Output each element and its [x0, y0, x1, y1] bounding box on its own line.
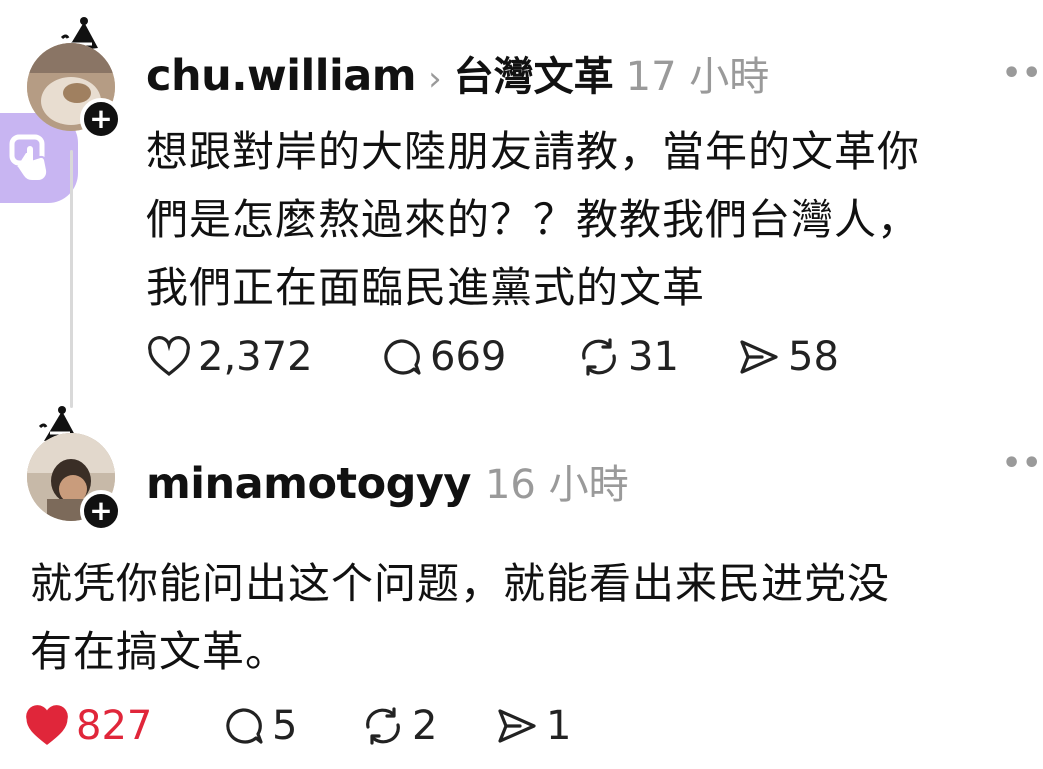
timestamp: 17 小時	[625, 54, 770, 100]
repost-icon	[576, 336, 622, 378]
post-actions: 827 5 2 1	[24, 703, 824, 753]
repost-count: 2	[412, 703, 438, 749]
plus-icon: +	[89, 494, 113, 527]
post-text-line: 想跟對岸的大陸朋友請教，當年的文革你	[146, 127, 921, 176]
chevron-right-icon: ›	[428, 59, 442, 99]
comment-button[interactable]: 5	[220, 703, 297, 749]
username[interactable]: minamotogyy	[146, 459, 471, 509]
post-text-line: 們是怎麼熬過來的？？教教我們台灣人，	[146, 195, 921, 244]
follow-button[interactable]: +	[80, 490, 122, 532]
like-button[interactable]: 827	[24, 703, 152, 749]
comment-button[interactable]: 669	[378, 334, 506, 380]
heart-icon	[146, 336, 192, 378]
comment-bubble-icon	[220, 705, 266, 747]
share-count: 58	[788, 334, 839, 380]
send-icon	[494, 705, 540, 747]
post-text: 想跟對岸的大陸朋友請教，當年的文革你 們是怎麼熬過來的？？教教我們台灣人， 我們…	[146, 118, 920, 322]
repost-icon	[360, 705, 406, 747]
accessibility-touch-icon	[8, 131, 64, 189]
share-button[interactable]: 1	[494, 703, 571, 749]
username[interactable]: chu.william	[146, 51, 417, 101]
post-text-line: 就凭你能问出这个问题，就能看出来民进党没	[30, 559, 891, 608]
like-count: 827	[76, 703, 153, 749]
post-text-line: 有在搞文革。	[30, 627, 289, 676]
share-button[interactable]: 58	[736, 334, 839, 380]
topic-tag[interactable]: 台灣文革	[454, 44, 614, 102]
send-icon	[736, 336, 782, 378]
thread-line	[70, 150, 73, 408]
comment-count: 5	[272, 703, 298, 749]
comment-bubble-icon	[378, 336, 424, 378]
like-count: 2,372	[198, 334, 313, 380]
follow-button[interactable]: +	[80, 98, 122, 140]
repost-count: 31	[628, 334, 679, 380]
more-horizontal-icon[interactable]: •••	[1002, 56, 1043, 91]
heart-icon	[24, 705, 70, 747]
post-actions: 2,372 669 31 58	[146, 334, 946, 384]
repost-button[interactable]: 2	[360, 703, 437, 749]
post-text-line: 我們正在面臨民進黨式的文革	[146, 263, 706, 312]
comment-count: 669	[430, 334, 507, 380]
post-header: minamotogyy 16 小時	[146, 452, 629, 510]
post-text: 就凭你能问出这个问题，就能看出来民进党没 有在搞文革。	[30, 550, 890, 686]
plus-icon: +	[89, 102, 113, 135]
more-horizontal-icon[interactable]: •••	[1002, 446, 1043, 481]
post-header: chu.william › 台灣文革 17 小時	[146, 44, 769, 102]
share-count: 1	[546, 703, 572, 749]
repost-button[interactable]: 31	[576, 334, 679, 380]
like-button[interactable]: 2,372	[146, 334, 313, 380]
timestamp: 16 小時	[484, 462, 629, 508]
